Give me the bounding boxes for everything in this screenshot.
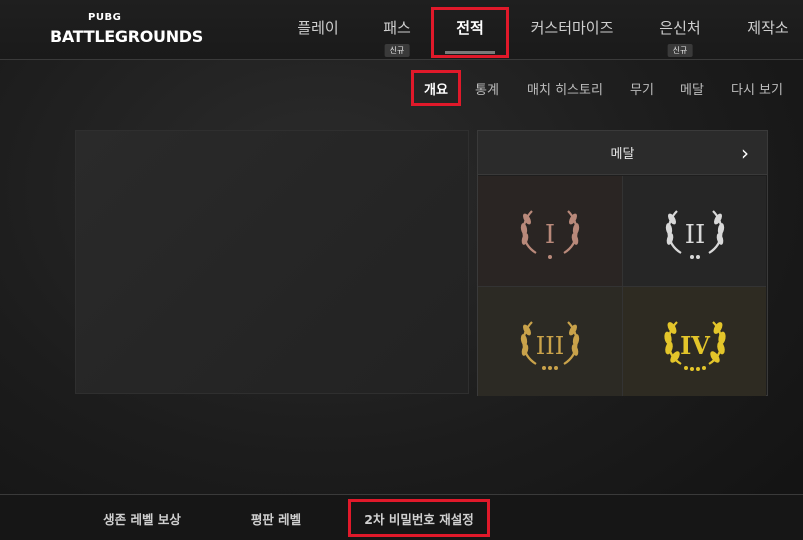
subtab-statistics[interactable]: 통계 [467, 70, 507, 106]
medal-tier-4[interactable]: IV [622, 286, 766, 396]
medal-tier-2[interactable]: II [622, 176, 766, 286]
nav-stats-label: 전적 [456, 18, 484, 37]
nav-workshop-label: 제작소 [747, 18, 789, 37]
subtab-statistics-label: 통계 [475, 82, 499, 98]
nav-customize-label: 커스터마이즈 [530, 18, 614, 37]
medal-header-button[interactable]: 메달 › [478, 131, 767, 175]
laurel-medal-icon: IV [663, 320, 726, 371]
nav-stats[interactable]: 전적 [431, 0, 509, 60]
nav-workshop[interactable]: 제작소 [737, 0, 799, 60]
subtab-replays[interactable]: 다시 보기 [724, 70, 790, 106]
medal-title: 메달 [610, 147, 635, 162]
subtab-overview[interactable]: 개요 [411, 70, 461, 106]
nav-play[interactable]: 플레이 [286, 0, 350, 60]
subtab-weapons[interactable]: 무기 [624, 70, 660, 106]
new-badge: 신규 [667, 44, 693, 57]
reputation-level-label: 평판 레벨 [250, 511, 302, 527]
subtab-match-history[interactable]: 매치 히스토리 [520, 70, 610, 106]
nav-pass-label: 패스 [383, 18, 411, 37]
logo-small-text: PUBG [88, 12, 122, 23]
active-underline [445, 51, 495, 54]
laurel-medal-icon: II [665, 210, 724, 259]
survival-level-rewards-label: 생존 레벨 보상 [103, 511, 181, 527]
medal-numeral: IV [680, 331, 710, 360]
reputation-level-button[interactable]: 평판 레벨 [240, 499, 312, 537]
medal-numeral: II [684, 220, 705, 250]
subtab-match-history-label: 매치 히스토리 [527, 82, 603, 98]
logo-main-text: BATTLEGROUNDS [50, 27, 203, 46]
nav-pass[interactable]: 패스 신규 [368, 0, 426, 60]
bottom-bar: 생존 레벨 보상 평판 레벨 2차 비밀번호 재설정 [0, 494, 803, 540]
highlight-frame [348, 499, 490, 537]
nav-play-label: 플레이 [297, 18, 339, 37]
nav-customize[interactable]: 커스터마이즈 [517, 0, 627, 60]
stats-page: PUBG BATTLEGROUNDS 플레이 패스 신규 전적 커스터마이즈 은… [0, 0, 803, 540]
top-navigation-bar: PUBG BATTLEGROUNDS 플레이 패스 신규 전적 커스터마이즈 은… [0, 0, 803, 60]
subtab-replays-label: 다시 보기 [731, 82, 783, 98]
game-logo[interactable]: PUBG BATTLEGROUNDS [50, 12, 203, 52]
reset-secondary-password-button[interactable]: 2차 비밀번호 재설정 [348, 499, 490, 537]
medal-numeral: I [545, 220, 555, 250]
laurel-medal-icon: III [520, 320, 580, 370]
medal-numeral: III [536, 332, 564, 360]
chevron-right-icon: › [741, 141, 749, 165]
nav-hideout[interactable]: 은신처 신규 [648, 0, 712, 60]
nav-hideout-label: 은신처 [659, 18, 701, 37]
new-badge: 신규 [384, 44, 410, 57]
subtab-weapons-label: 무기 [630, 82, 654, 98]
overview-panel [75, 130, 469, 394]
medal-tier-3[interactable]: III [478, 286, 622, 396]
subtab-medals-label: 메달 [680, 82, 704, 98]
medal-panel: 메달 › I II III IV [477, 130, 768, 396]
medal-tier-1[interactable]: I [478, 176, 622, 286]
highlight-frame [411, 70, 461, 106]
survival-level-rewards-button[interactable]: 생존 레벨 보상 [90, 499, 194, 537]
subtab-medals[interactable]: 메달 [674, 70, 710, 106]
laurel-medal-icon: I [520, 210, 580, 259]
